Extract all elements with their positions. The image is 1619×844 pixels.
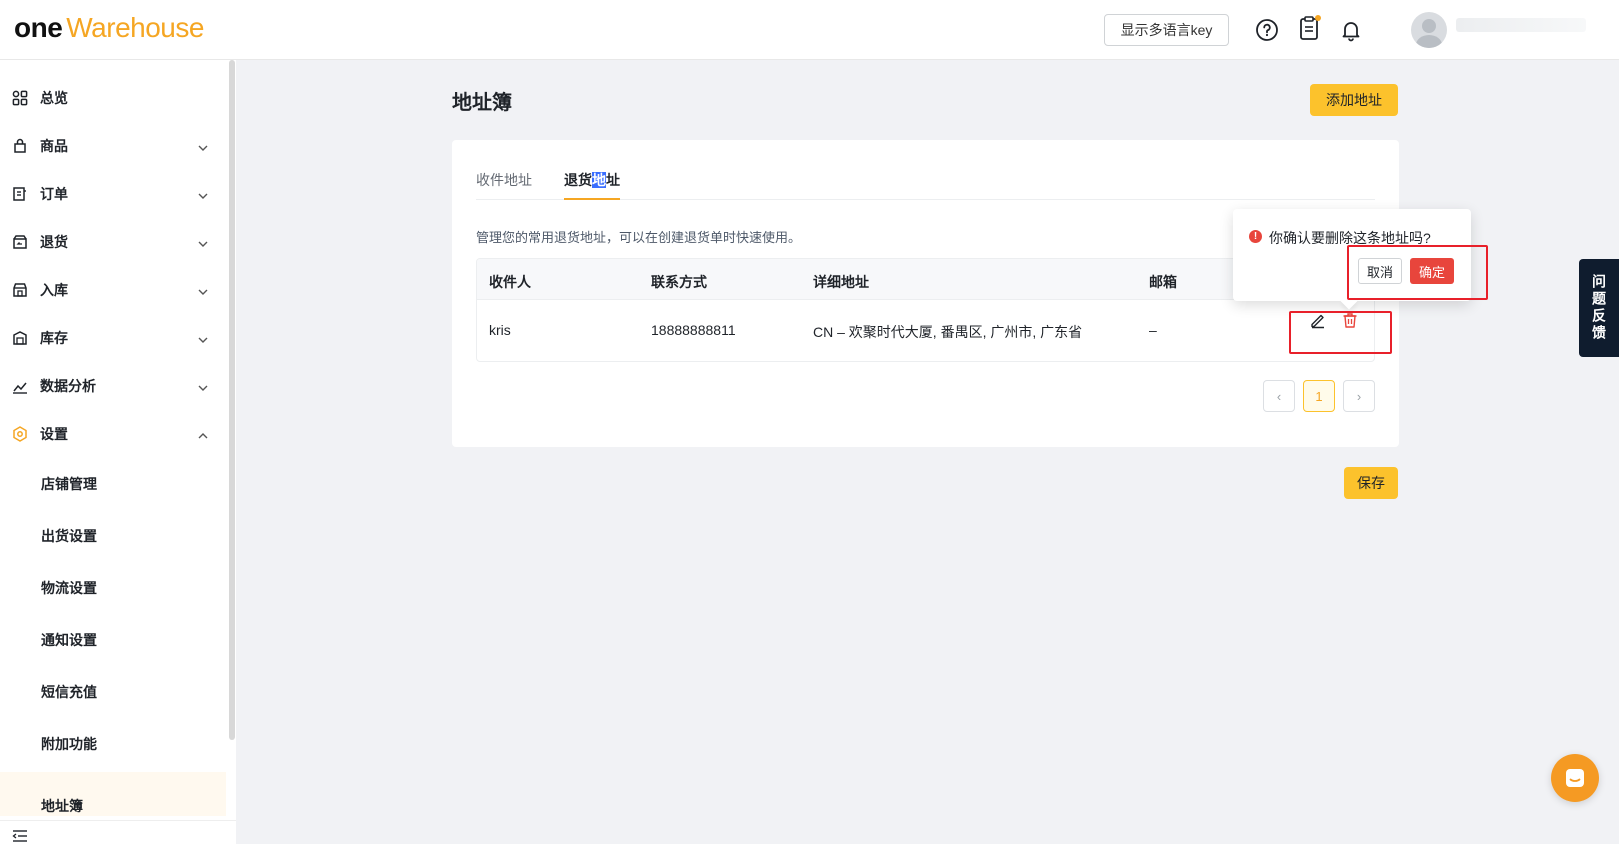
order-icon <box>12 186 28 202</box>
sidebar-subitem-address-book[interactable]: 地址簿 <box>0 772 226 816</box>
settings-icon <box>12 426 28 442</box>
column-header-email: 邮箱 <box>1149 274 1177 290</box>
bag-icon <box>12 138 28 154</box>
column-header-address: 详细地址 <box>813 274 869 290</box>
column-header-contact: 联系方式 <box>651 274 707 290</box>
sidebar-item-orders[interactable]: 订单 <box>0 172 226 216</box>
sidebar-subitem-sms-recharge[interactable]: 短信充值 <box>0 672 226 712</box>
top-header: one Warehouse 显示多语言key <box>0 0 1619 60</box>
pagination-page[interactable]: 1 <box>1303 380 1335 412</box>
inbound-icon <box>12 282 28 298</box>
add-address-button[interactable]: 添加地址 <box>1310 84 1398 116</box>
cell-phone: 18888888811 <box>651 322 736 338</box>
username-placeholder[interactable] <box>1456 18 1586 32</box>
chevron-down-icon <box>198 284 208 295</box>
highlight-box-confirm-actions <box>1347 245 1488 300</box>
chat-button[interactable] <box>1551 754 1599 802</box>
chevron-down-icon <box>198 140 208 151</box>
bell-icon[interactable] <box>1339 18 1363 42</box>
tab-label-selected-part: 地 <box>592 172 606 188</box>
pagination-prev[interactable]: ‹ <box>1263 380 1295 412</box>
chat-icon <box>1566 769 1584 787</box>
grid-icon <box>12 90 28 106</box>
sidebar-item-label: 库存 <box>40 330 68 346</box>
chart-icon <box>12 378 28 394</box>
sidebar-subitem-store-management[interactable]: 店铺管理 <box>0 464 226 504</box>
save-button[interactable]: 保存 <box>1344 467 1398 499</box>
sidebar-item-label: 设置 <box>40 426 68 442</box>
sidebar-subitem-shipping-settings[interactable]: 出货设置 <box>0 516 226 556</box>
pagination-next[interactable]: › <box>1343 380 1375 412</box>
chevron-down-icon <box>198 380 208 391</box>
sidebar-subitem-notification-settings[interactable]: 通知设置 <box>0 620 226 660</box>
chevron-down-icon <box>198 188 208 199</box>
avatar[interactable] <box>1411 12 1447 48</box>
chevron-down-icon <box>198 236 208 247</box>
sidebar-item-label: 总览 <box>40 90 68 106</box>
tab-label-part: 址 <box>606 172 620 188</box>
sidebar-item-label: 数据分析 <box>40 378 96 394</box>
sidebar-subitem-add-ons[interactable]: 附加功能 <box>0 724 226 764</box>
show-i18n-key-button[interactable]: 显示多语言key <box>1104 14 1229 46</box>
sidebar-item-label: 商品 <box>40 138 68 154</box>
sidebar-item-inbound[interactable]: 入库 <box>0 268 226 312</box>
sidebar: 总览 商品 订单 退货 入库 库存 数据分析 设置 店铺管理 出货设置 物流设置 <box>0 60 236 844</box>
column-header-recipient: 收件人 <box>489 274 531 290</box>
tab-return-address[interactable]: 退货地址 <box>564 170 620 190</box>
sidebar-item-label: 退货 <box>40 234 68 250</box>
sidebar-item-label: 订单 <box>40 186 68 202</box>
return-icon <box>12 234 28 250</box>
highlight-box-row-actions <box>1289 311 1392 354</box>
page-description: 管理您的常用退货地址，可以在创建退货单时快速使用。 <box>476 230 802 245</box>
chevron-down-icon <box>198 332 208 343</box>
sidebar-item-returns[interactable]: 退货 <box>0 220 226 264</box>
sidebar-item-settings[interactable]: 设置 <box>0 412 226 456</box>
chevron-up-icon <box>198 428 208 439</box>
tab-active-indicator <box>564 198 620 200</box>
cell-address: CN – 欢聚时代大厦, 番禺区, 广州市, 广东省 <box>813 324 1083 340</box>
sidebar-item-inventory[interactable]: 库存 <box>0 316 226 360</box>
sidebar-scrollbar[interactable] <box>229 60 235 740</box>
cell-email: – <box>1149 322 1157 338</box>
inventory-icon <box>12 330 28 346</box>
page-title: 地址簿 <box>452 92 512 114</box>
sidebar-subitem-logistics-settings[interactable]: 物流设置 <box>0 568 226 608</box>
sidebar-item-label: 入库 <box>40 282 68 298</box>
tab-shipping-address[interactable]: 收件地址 <box>476 170 532 190</box>
cell-recipient: kris <box>489 322 511 338</box>
logo[interactable]: one Warehouse <box>14 12 204 44</box>
sidebar-item-overview[interactable]: 总览 <box>0 76 226 120</box>
clipboard-icon[interactable] <box>1298 15 1322 40</box>
help-icon[interactable] <box>1255 18 1279 42</box>
warning-icon: ! <box>1249 230 1262 243</box>
collapse-menu-icon[interactable] <box>12 829 28 844</box>
logo-one: one <box>14 12 63 43</box>
sidebar-footer <box>0 820 236 844</box>
sidebar-item-products[interactable]: 商品 <box>0 124 226 168</box>
tab-label-part: 退货 <box>564 172 592 188</box>
feedback-tab[interactable]: 问题反馈 <box>1579 259 1619 357</box>
logo-warehouse: Warehouse <box>66 12 204 43</box>
tab-bar: 收件地址 退货地址 <box>476 164 1375 200</box>
sidebar-item-analytics[interactable]: 数据分析 <box>0 364 226 408</box>
